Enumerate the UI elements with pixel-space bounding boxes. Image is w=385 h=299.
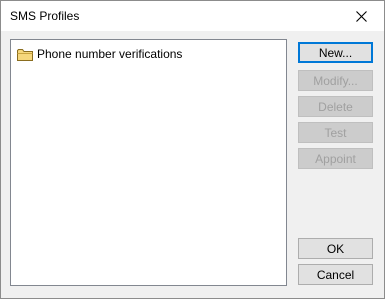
test-button[interactable]: Test (298, 122, 373, 143)
appoint-button[interactable]: Appoint (298, 148, 373, 169)
window-title: SMS Profiles (10, 9, 80, 23)
close-icon (356, 10, 367, 22)
close-button[interactable] (339, 1, 384, 31)
modify-button[interactable]: Modify... (298, 70, 373, 91)
profiles-list[interactable]: Phone number verifications (10, 39, 287, 286)
new-button[interactable]: New... (298, 42, 373, 63)
ok-button[interactable]: OK (298, 238, 373, 259)
list-item-label: Phone number verifications (37, 47, 183, 61)
sms-profiles-dialog: SMS Profiles Phone number verifications … (0, 0, 385, 299)
title-bar: SMS Profiles (1, 1, 384, 31)
delete-button[interactable]: Delete (298, 96, 373, 117)
folder-icon (17, 48, 33, 61)
list-item[interactable]: Phone number verifications (17, 46, 182, 62)
cancel-button[interactable]: Cancel (298, 264, 373, 285)
